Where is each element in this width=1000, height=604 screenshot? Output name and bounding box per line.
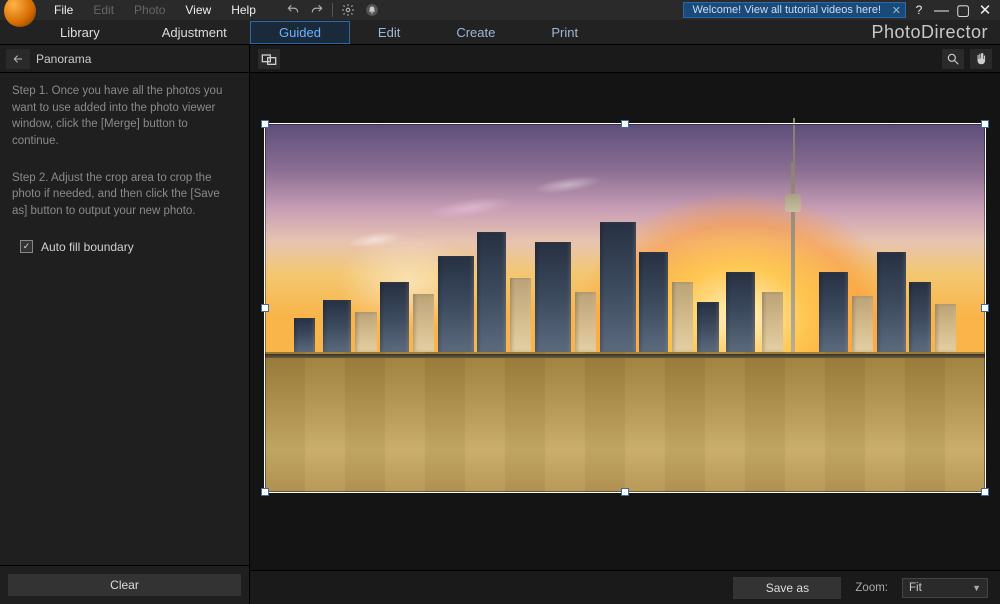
menu-edit[interactable]: Edit: [83, 1, 124, 19]
canvas[interactable]: [250, 73, 1000, 570]
toolbar-quick-icons: [284, 1, 381, 19]
zoom-value: Fit: [909, 582, 922, 594]
menu-view[interactable]: View: [175, 1, 221, 19]
tab-guided[interactable]: Guided: [250, 21, 350, 44]
separator: [332, 3, 333, 17]
minimize-icon[interactable]: —: [934, 2, 948, 19]
back-icon[interactable]: [6, 49, 30, 69]
sidebar-footer: Clear: [0, 565, 249, 604]
welcome-banner[interactable]: Welcome! View all tutorial videos here! …: [683, 2, 906, 18]
welcome-text: Welcome! View all tutorial videos here!: [692, 4, 881, 16]
bell-icon[interactable]: [363, 1, 381, 19]
save-as-button[interactable]: Save as: [733, 577, 841, 599]
gear-icon[interactable]: [339, 1, 357, 19]
close-window-icon[interactable]: ✕: [978, 1, 992, 19]
redo-icon[interactable]: [308, 1, 326, 19]
menu-bar: File Edit Photo View Help: [44, 0, 266, 20]
step1-text: Step 1. Once you have all the photos you…: [0, 73, 249, 160]
crop-handle-tr[interactable]: [981, 120, 989, 128]
tab-edit[interactable]: Edit: [350, 22, 428, 43]
step2-text: Step 2. Adjust the crop area to crop the…: [0, 160, 249, 230]
title-bar: File Edit Photo View Help Welcome! View …: [0, 0, 1000, 20]
mode-row: Library Adjustment Guided Edit Create Pr…: [0, 20, 1000, 45]
zoom-select[interactable]: Fit ▼: [902, 578, 988, 598]
image-stage[interactable]: [264, 123, 986, 493]
main-split: Panorama Step 1. Once you have all the p…: [0, 45, 1000, 604]
help-icon[interactable]: ?: [912, 3, 926, 17]
crop-handle-br[interactable]: [981, 488, 989, 496]
maximize-icon[interactable]: ▢: [956, 1, 970, 19]
bottom-bar: Save as Zoom: Fit ▼: [250, 570, 1000, 604]
zoom-label: Zoom:: [855, 582, 888, 594]
sidebar: Panorama Step 1. Once you have all the p…: [0, 45, 250, 604]
canvas-toolbar: [250, 45, 1000, 73]
tab-create[interactable]: Create: [428, 22, 523, 43]
crop-handle-bm[interactable]: [621, 488, 629, 496]
close-icon[interactable]: ✕: [892, 4, 901, 17]
menu-photo[interactable]: Photo: [124, 1, 175, 19]
crop-handle-tm[interactable]: [621, 120, 629, 128]
undo-icon[interactable]: [284, 1, 302, 19]
menu-help[interactable]: Help: [221, 1, 266, 19]
zoom-icon[interactable]: [942, 49, 964, 69]
checkbox-icon[interactable]: ✓: [20, 240, 33, 253]
crop-handle-tl[interactable]: [261, 120, 269, 128]
tab-print[interactable]: Print: [523, 22, 606, 43]
crop-handle-ml[interactable]: [261, 304, 269, 312]
canvas-wrap: Save as Zoom: Fit ▼: [250, 45, 1000, 604]
panel-header: Panorama: [0, 45, 249, 73]
crop-handle-mr[interactable]: [981, 304, 989, 312]
tab-library[interactable]: Library: [44, 22, 116, 43]
crop-area[interactable]: [264, 123, 986, 493]
auto-fill-row[interactable]: ✓ Auto fill boundary: [0, 230, 249, 264]
crop-handle-bl[interactable]: [261, 488, 269, 496]
chevron-down-icon: ▼: [972, 583, 981, 593]
auto-fill-label: Auto fill boundary: [41, 240, 134, 254]
tab-adjustment[interactable]: Adjustment: [146, 22, 243, 43]
brand-name: PhotoDirector: [871, 22, 1000, 43]
clear-button[interactable]: Clear: [8, 574, 241, 596]
window-controls: ? — ▢ ✕: [912, 1, 1000, 19]
menu-file[interactable]: File: [44, 1, 83, 19]
compare-icon[interactable]: [258, 49, 280, 69]
hand-icon[interactable]: [970, 49, 992, 69]
panel-title: Panorama: [36, 52, 91, 66]
